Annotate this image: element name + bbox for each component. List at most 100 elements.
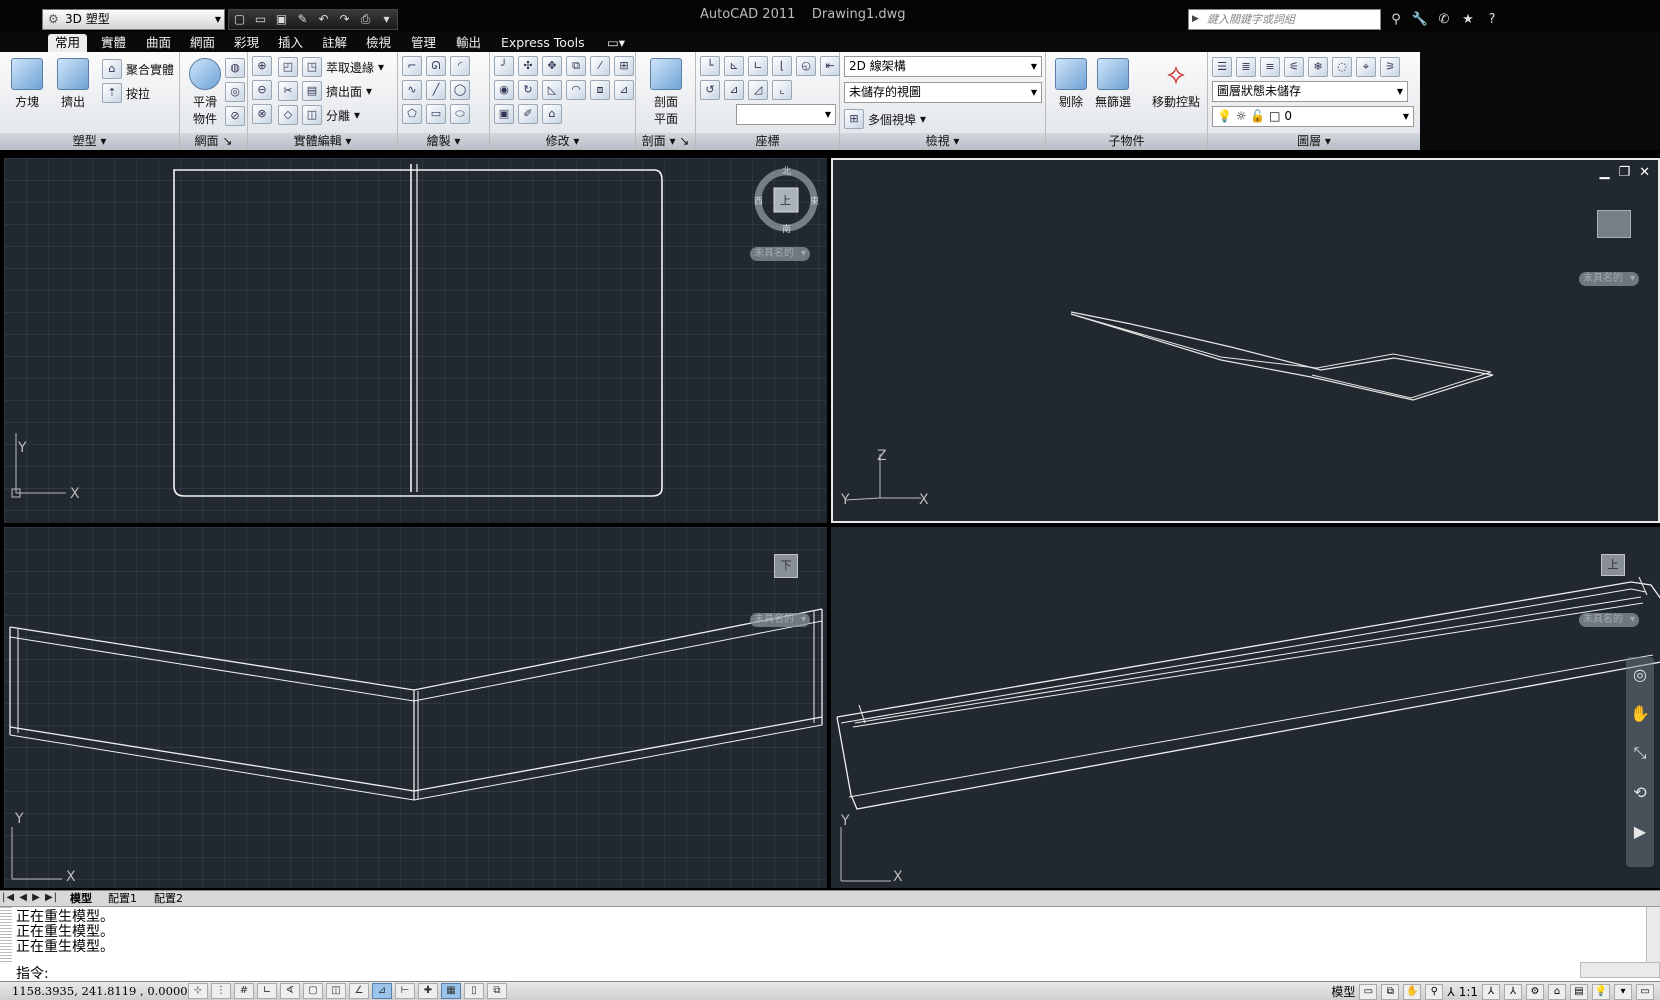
culling-button[interactable]: 剔除 xyxy=(1048,56,1094,110)
rectangle-icon[interactable]: ▭ xyxy=(426,104,446,124)
panel-title-subobject[interactable]: 子物件 xyxy=(1046,133,1207,150)
command-prompt[interactable]: 指令: xyxy=(16,963,49,983)
search-input[interactable]: ▶ 鍵入關鍵字或詞組 xyxy=(1188,9,1381,30)
tab-mesh[interactable]: 網面 xyxy=(183,34,222,52)
redo-icon[interactable]: ↷ xyxy=(334,10,355,29)
layout-tab-navigation[interactable]: |◀ ◀ ▶ ▶| xyxy=(2,892,58,903)
polar-tracking-icon[interactable]: ∢ xyxy=(280,983,300,999)
ucs-icon[interactable]: └ xyxy=(700,56,720,76)
snap-mode-icon[interactable]: ⋮ xyxy=(211,983,231,999)
layer-match-icon[interactable]: ≣ xyxy=(1236,57,1256,77)
object-snap-icon[interactable]: ▢ xyxy=(303,983,323,999)
grid-display-icon[interactable]: # xyxy=(234,983,254,999)
helix-icon[interactable]: ᘏ xyxy=(426,56,446,76)
extrude-faces-button[interactable]: ✂ ▤ 擠出面 ▾ xyxy=(278,80,372,102)
layer-previous-icon[interactable]: ≡ xyxy=(1260,57,1280,77)
tab-render[interactable]: 彩現 xyxy=(227,34,266,52)
zoom-extents-icon[interactable]: ⤡ xyxy=(1634,743,1647,763)
viewport-bottom-left[interactable]: Y X 下 未具名的 xyxy=(4,527,827,888)
plot-icon[interactable]: ⎙ xyxy=(355,10,376,29)
tab-express-tools[interactable]: Express Tools xyxy=(494,34,592,52)
visual-style-dropdown[interactable]: 2D 線架構 ▼ xyxy=(844,56,1042,77)
subscription-icon[interactable]: 🔧 xyxy=(1409,9,1431,30)
layer-unisolate-icon[interactable]: ⚞ xyxy=(1380,57,1400,77)
tab-solid[interactable]: 實體 xyxy=(94,34,133,52)
named-view-label[interactable]: 未具名的 xyxy=(750,613,810,627)
close-icon[interactable]: ✕ xyxy=(1639,165,1650,180)
ucs-object-icon[interactable]: ⌞ xyxy=(772,80,792,100)
offset-icon[interactable]: ◠ xyxy=(566,80,586,100)
viewcube-bottom-right[interactable]: 上 xyxy=(1601,554,1625,576)
match-properties-icon[interactable]: ✐ xyxy=(518,104,538,124)
named-view-label[interactable]: 未具名的 xyxy=(1579,613,1639,627)
new-file-icon[interactable]: ▢ xyxy=(229,10,250,29)
layer-isolate-icon[interactable]: ⚟ xyxy=(1284,57,1304,77)
named-view-dropdown[interactable]: 未儲存的視圖 ▼ xyxy=(844,82,1042,103)
extract-edges-button[interactable]: ◰ ◳ 萃取邊緣 ▾ xyxy=(278,56,384,78)
ribbon-minimize-icon[interactable]: ▭▾ xyxy=(600,34,632,52)
line-icon[interactable]: ╱ xyxy=(426,80,446,100)
lock-ui-icon[interactable]: ⌂ xyxy=(1548,983,1566,1000)
3d-move-icon[interactable]: ✥ xyxy=(542,56,562,76)
union-icon[interactable]: ⊕ xyxy=(252,56,272,76)
panel-title-draw[interactable]: 繪製 ▾ xyxy=(398,133,489,150)
save-icon[interactable]: ▣ xyxy=(271,10,292,29)
3d-array-icon[interactable]: ◉ xyxy=(494,80,514,100)
section-plane-button[interactable]: 剖面 平面 xyxy=(643,56,689,127)
status-menu-icon[interactable]: ▾ xyxy=(1614,983,1632,1000)
dynamic-input-icon[interactable]: ⊢ xyxy=(395,983,415,999)
ellipse-icon[interactable]: ⬭ xyxy=(450,104,470,124)
lineweight-icon[interactable]: ✚ xyxy=(418,983,438,999)
qat-menu-icon[interactable]: ▾ xyxy=(376,10,397,29)
restore-icon[interactable]: ❐ xyxy=(1618,165,1630,180)
3d-rotate-icon[interactable]: ✣ xyxy=(518,56,538,76)
ucs-3point-icon[interactable]: ⊿ xyxy=(724,80,744,100)
isolate-objects-icon[interactable]: 💡 xyxy=(1592,983,1610,1000)
infer-constraints-icon[interactable]: ⊹ xyxy=(188,983,208,999)
3d-object-snap-icon[interactable]: ◫ xyxy=(326,983,346,999)
extrude-button[interactable]: 擠出 xyxy=(50,56,96,110)
ucs-world-icon[interactable]: ⊾ xyxy=(724,56,744,76)
save-as-icon[interactable]: ✎ xyxy=(292,10,313,29)
named-view-label[interactable]: 未具名的 xyxy=(750,247,810,261)
3d-mirror-icon[interactable]: ⧈ xyxy=(590,80,610,100)
current-layer-dropdown[interactable]: 💡 ☼ 🔓 □ 0 ▼ xyxy=(1212,106,1414,127)
panel-title-solid-edit[interactable]: 實體編輯 ▾ xyxy=(248,133,397,150)
model-space-label[interactable]: 模型 xyxy=(1331,983,1355,1000)
mesh-convert-icon[interactable]: ⊘ xyxy=(225,106,245,126)
polysolid-button[interactable]: ⌂ 聚合實體 xyxy=(102,58,174,80)
box-button[interactable]: 方塊 xyxy=(4,56,50,110)
separate-button[interactable]: ◇ ◫ 分離 ▾ xyxy=(278,104,360,126)
fillet-icon[interactable]: ╯ xyxy=(494,56,514,76)
layer-state-dropdown[interactable]: 圖層狀態未儲存 ▼ xyxy=(1212,81,1408,102)
polyline-icon[interactable]: ⌐ xyxy=(402,56,422,76)
object-snap-tracking-icon[interactable]: ∠ xyxy=(349,983,369,999)
selection-cycling-icon[interactable]: ⧉ xyxy=(487,983,507,999)
viewport-top-left[interactable]: Y X 北 南 東 西 上 未具名的 xyxy=(4,158,827,523)
viewport-bottom-right[interactable]: Y X 上 未具名的 ◎ ✋ ⤡ ⟲ ▶ xyxy=(831,527,1660,888)
workspace-switcher[interactable]: ⚙ 3D 塑型 ▼ xyxy=(42,9,225,30)
panel-title-view[interactable]: 檢視 ▾ xyxy=(840,133,1045,150)
stretch-icon[interactable]: ◺ xyxy=(542,80,562,100)
transparency-icon[interactable]: ▦ xyxy=(441,983,461,999)
layer-properties-icon[interactable]: ☰ xyxy=(1212,57,1232,77)
tab-home[interactable]: 常用 xyxy=(48,34,88,52)
open-file-icon[interactable]: ▭ xyxy=(250,10,271,29)
layer-lock-icon[interactable]: ⌖ xyxy=(1356,57,1376,77)
tab-view[interactable]: 檢視 xyxy=(359,34,398,52)
tab-output[interactable]: 輸出 xyxy=(449,34,488,52)
tab-surface[interactable]: 曲面 xyxy=(139,34,178,52)
mesh-refine-icon[interactable]: ◍ xyxy=(225,58,245,78)
annotation-visibility-icon[interactable]: ⅄ xyxy=(1482,983,1500,1000)
auto-scale-icon[interactable]: ⅄ xyxy=(1504,983,1522,1000)
erase-icon[interactable]: ▣ xyxy=(494,104,514,124)
ucs-dropdown[interactable]: ▼ xyxy=(736,104,836,125)
panel-title-section[interactable]: 剖面 ▾ ↘ xyxy=(636,133,695,150)
panel-title-coordinates[interactable]: 座標 xyxy=(696,133,839,150)
tab-annotate[interactable]: 註解 xyxy=(315,34,354,52)
circle-icon[interactable]: ◯ xyxy=(450,80,470,100)
presspull-button[interactable]: ⇡ 按拉 xyxy=(102,82,150,104)
favorites-icon[interactable]: ★ xyxy=(1457,9,1479,30)
subtract-icon[interactable]: ⊖ xyxy=(252,80,272,100)
intersect-icon[interactable]: ⊗ xyxy=(252,104,272,124)
